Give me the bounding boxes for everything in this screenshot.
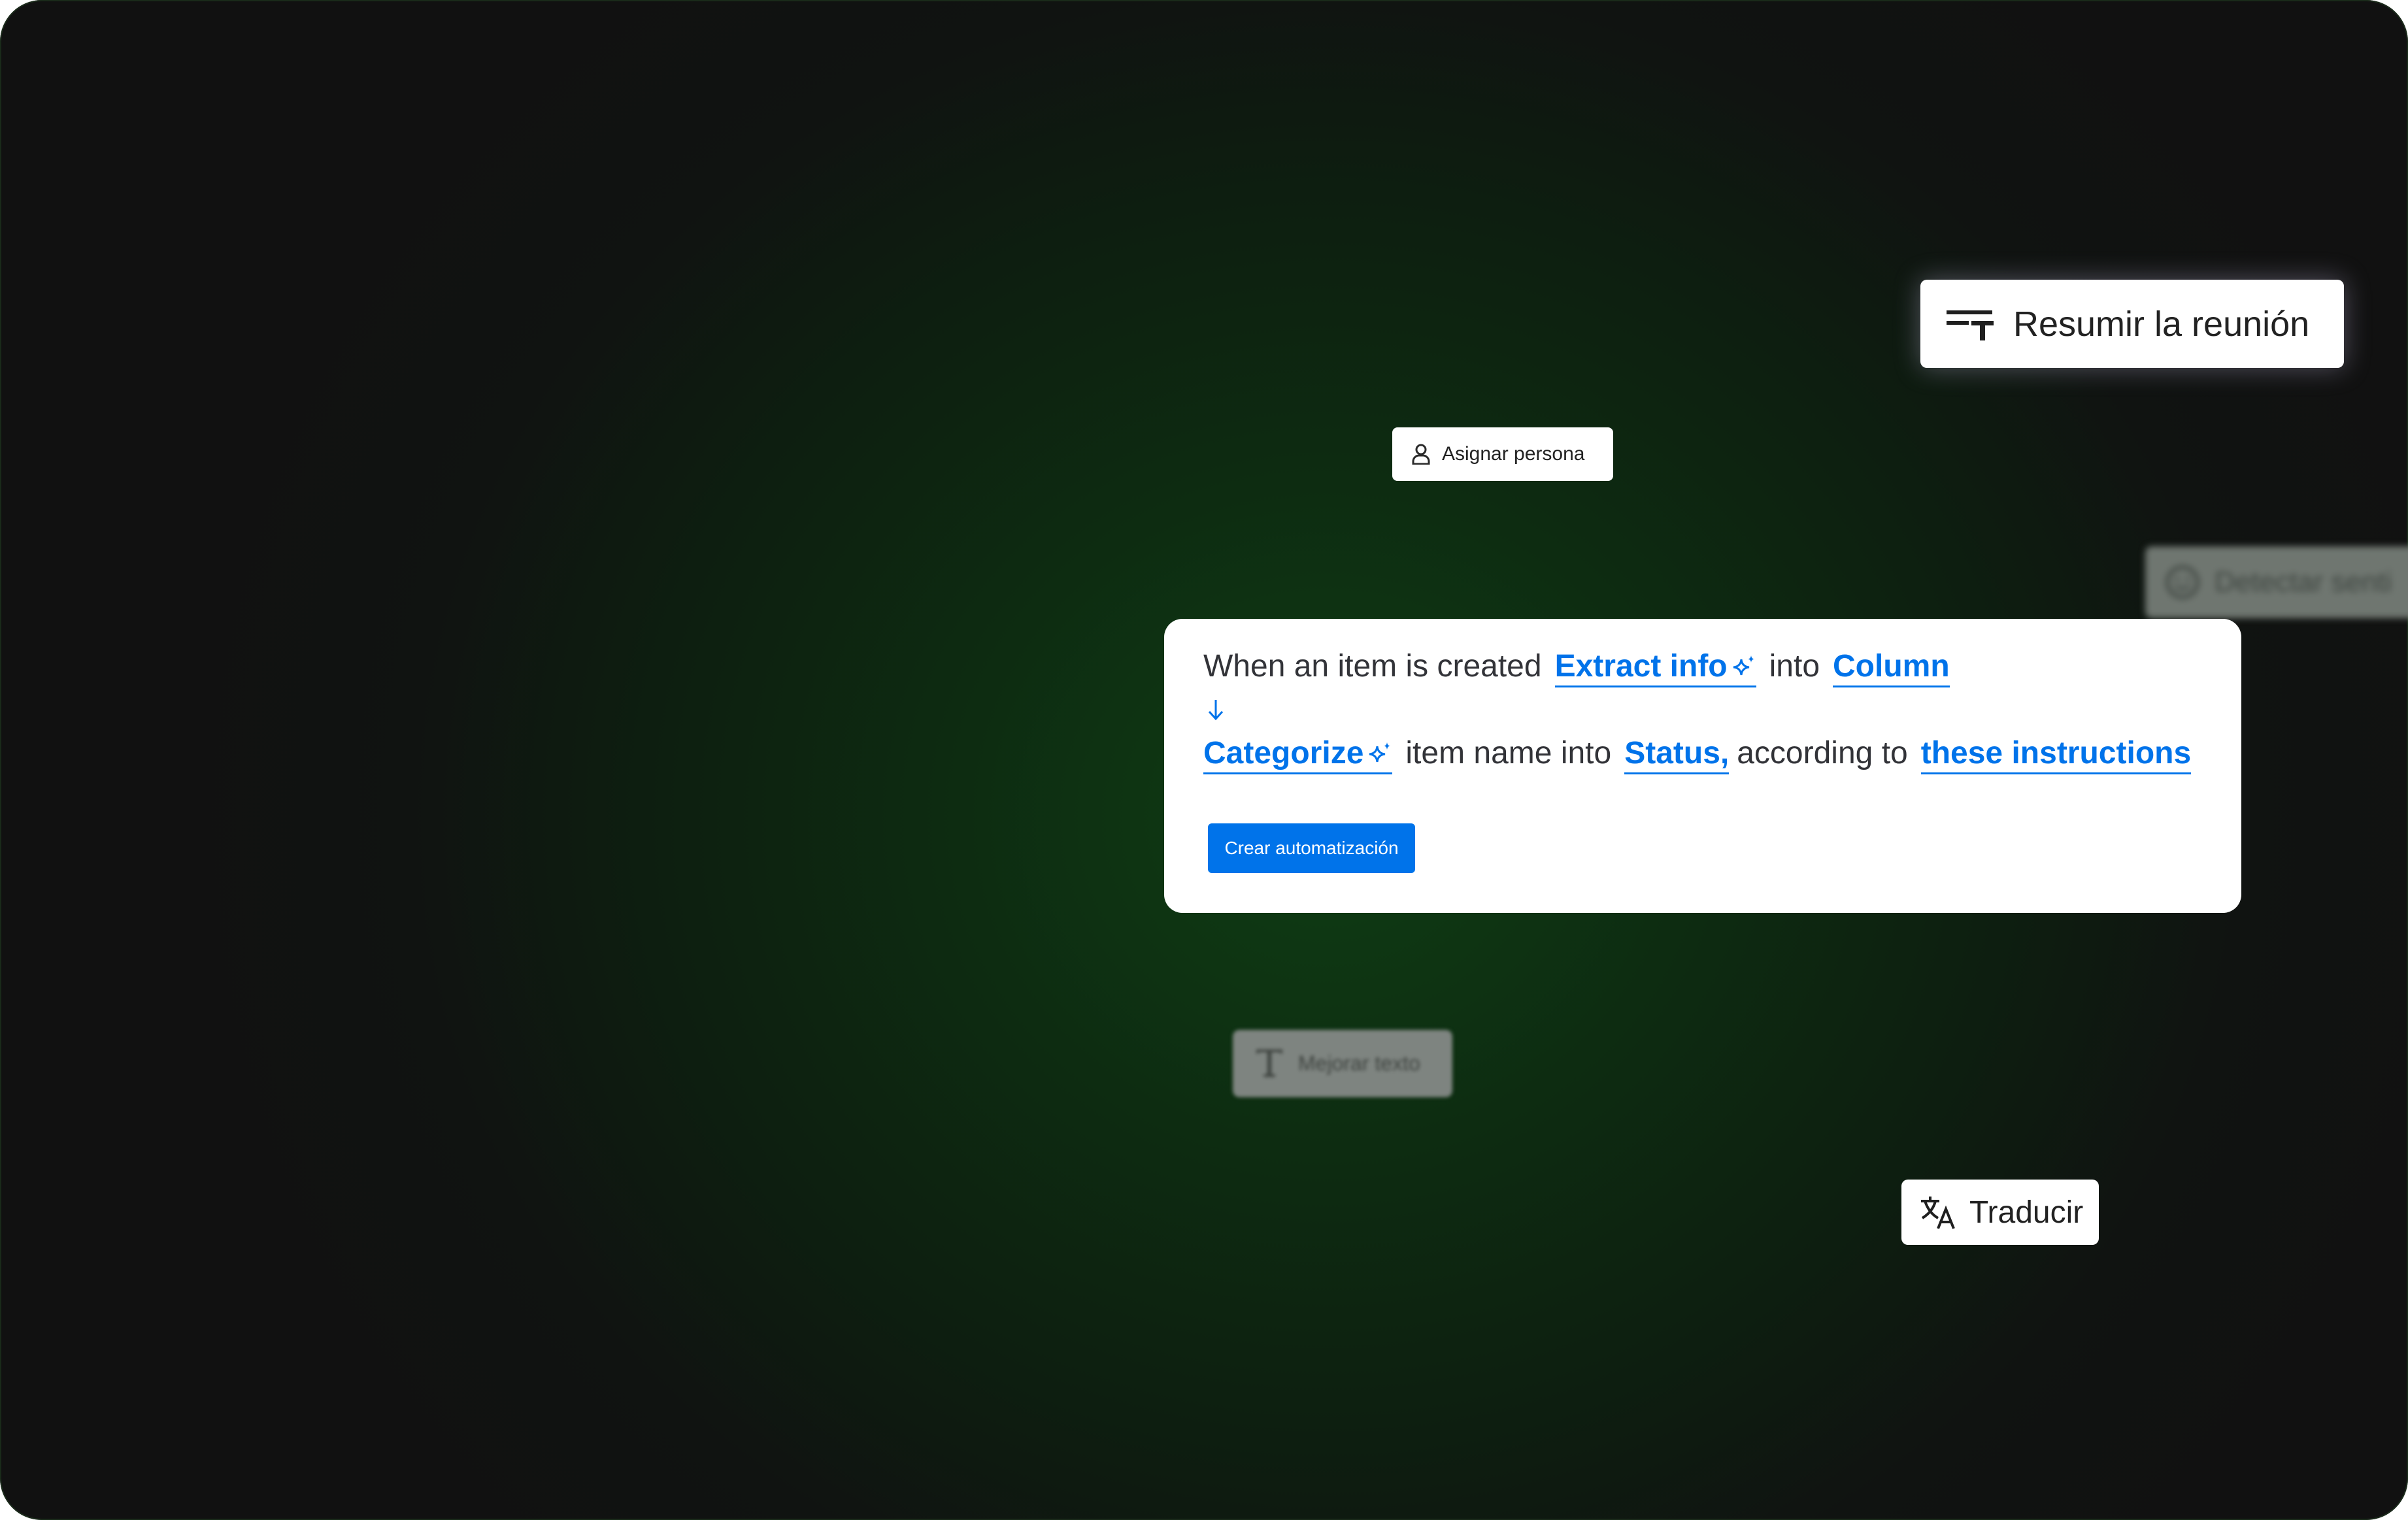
person-icon (1412, 444, 1430, 465)
extract-info-label: Extract info (1554, 649, 1728, 684)
into-text: into (1769, 649, 1820, 684)
trigger-text: When an item is created (1203, 649, 1542, 684)
recipe-line-2: Categorize item name into Status, accord… (1203, 735, 2192, 774)
translate-label: Traducir (1969, 1195, 2084, 1230)
item-name-into-text: item name into (1405, 736, 1612, 770)
translate-chip[interactable]: Traducir (1901, 1180, 2099, 1245)
hero-background: Resumir la reunión Asignar persona Detec… (0, 0, 2408, 1520)
extract-info-token[interactable]: Extract info (1554, 648, 1756, 687)
summarize-meeting-label: Resumir la reunión (2013, 304, 2310, 344)
detect-sentiment-chip[interactable]: Detectar senti (2145, 546, 2408, 618)
according-to-text: according to (1737, 736, 1908, 770)
categorize-label: Categorize (1203, 736, 1364, 770)
smiley-face-icon (2166, 565, 2199, 599)
ai-sparkle-icon (1733, 655, 1754, 675)
summarize-text-icon (1947, 310, 1994, 340)
recipe-line-1: When an item is created Extract info int… (1203, 648, 1950, 687)
translate-icon (1921, 1197, 1955, 1229)
create-automation-button[interactable]: Crear automatización (1208, 823, 1415, 873)
status-token[interactable]: Status, (1624, 735, 1730, 774)
summarize-meeting-chip[interactable]: Resumir la reunión (1920, 280, 2344, 368)
column-token[interactable]: Column (1833, 648, 1950, 687)
ai-sparkle-icon (1369, 742, 1391, 762)
improve-text-label: Mejorar texto (1298, 1051, 1420, 1075)
these-instructions-token[interactable]: these instructions (1920, 735, 2192, 774)
automation-recipe-card: When an item is created Extract info int… (1164, 619, 2241, 913)
improve-text-chip[interactable]: Mejorar texto (1233, 1030, 1452, 1097)
assign-person-chip[interactable]: Asignar persona (1392, 427, 1613, 481)
categorize-token[interactable]: Categorize (1203, 735, 1393, 774)
detect-sentiment-label: Detectar senti (2215, 566, 2392, 598)
assign-person-label: Asignar persona (1442, 443, 1585, 465)
arrow-down-icon (1208, 700, 1224, 721)
text-format-icon (1256, 1049, 1282, 1077)
